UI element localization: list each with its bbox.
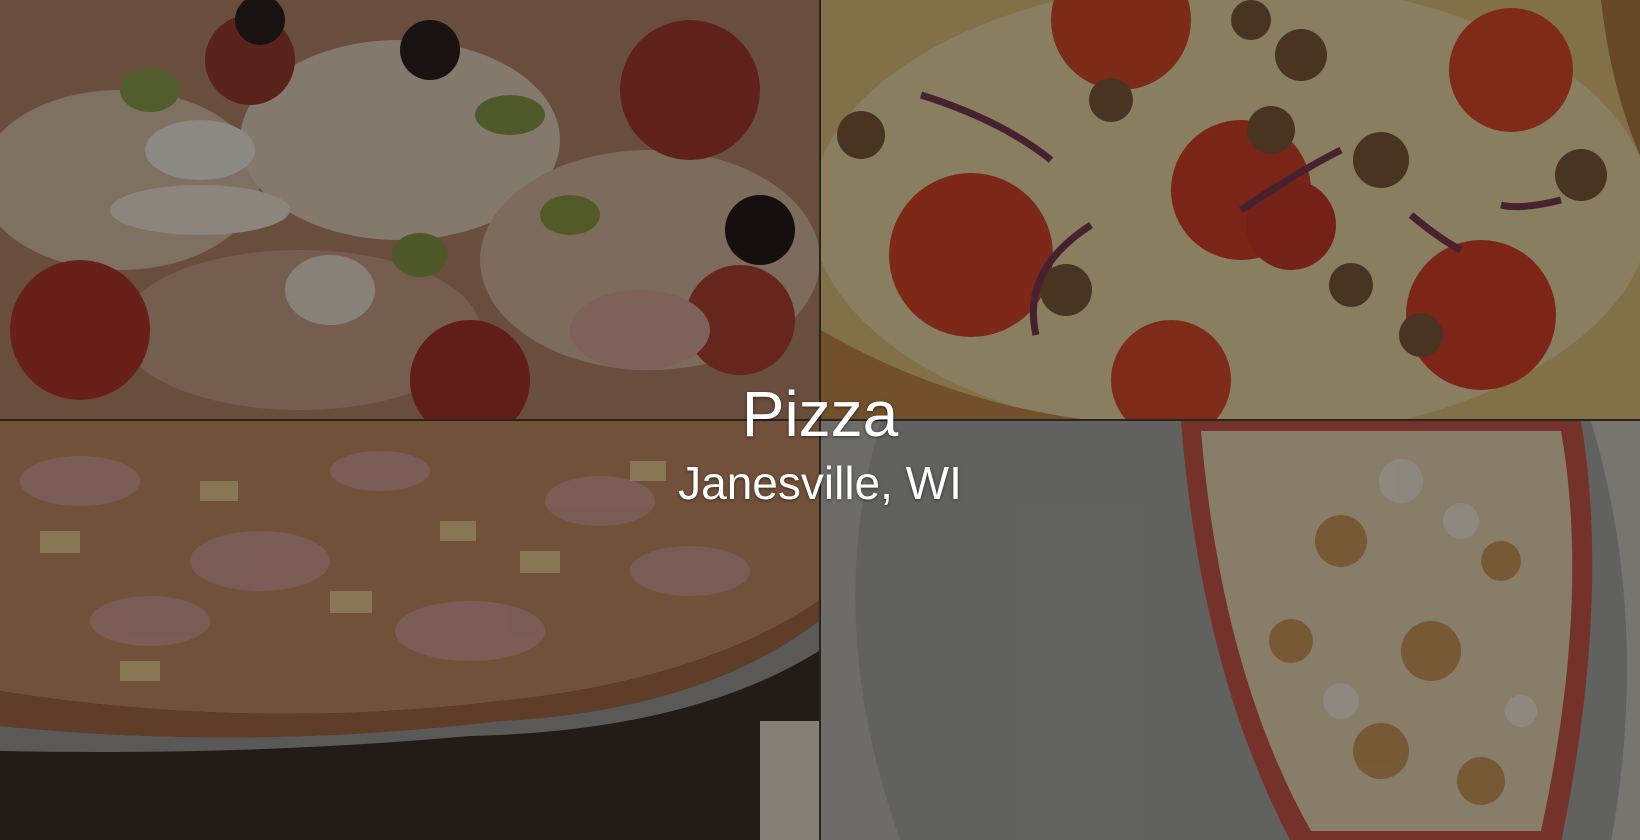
photo-tomato-pizza xyxy=(821,0,1640,419)
caption: Pizza Janesville, WI xyxy=(0,378,1640,510)
photo-collage: Pizza Janesville, WI xyxy=(0,0,1640,840)
supreme-pizza-image xyxy=(0,0,819,419)
photo-supreme-pizza xyxy=(0,0,819,419)
tomato-pizza-image xyxy=(821,0,1640,419)
page-title: Pizza xyxy=(741,378,899,450)
location-subtitle: Janesville, WI xyxy=(678,457,962,509)
